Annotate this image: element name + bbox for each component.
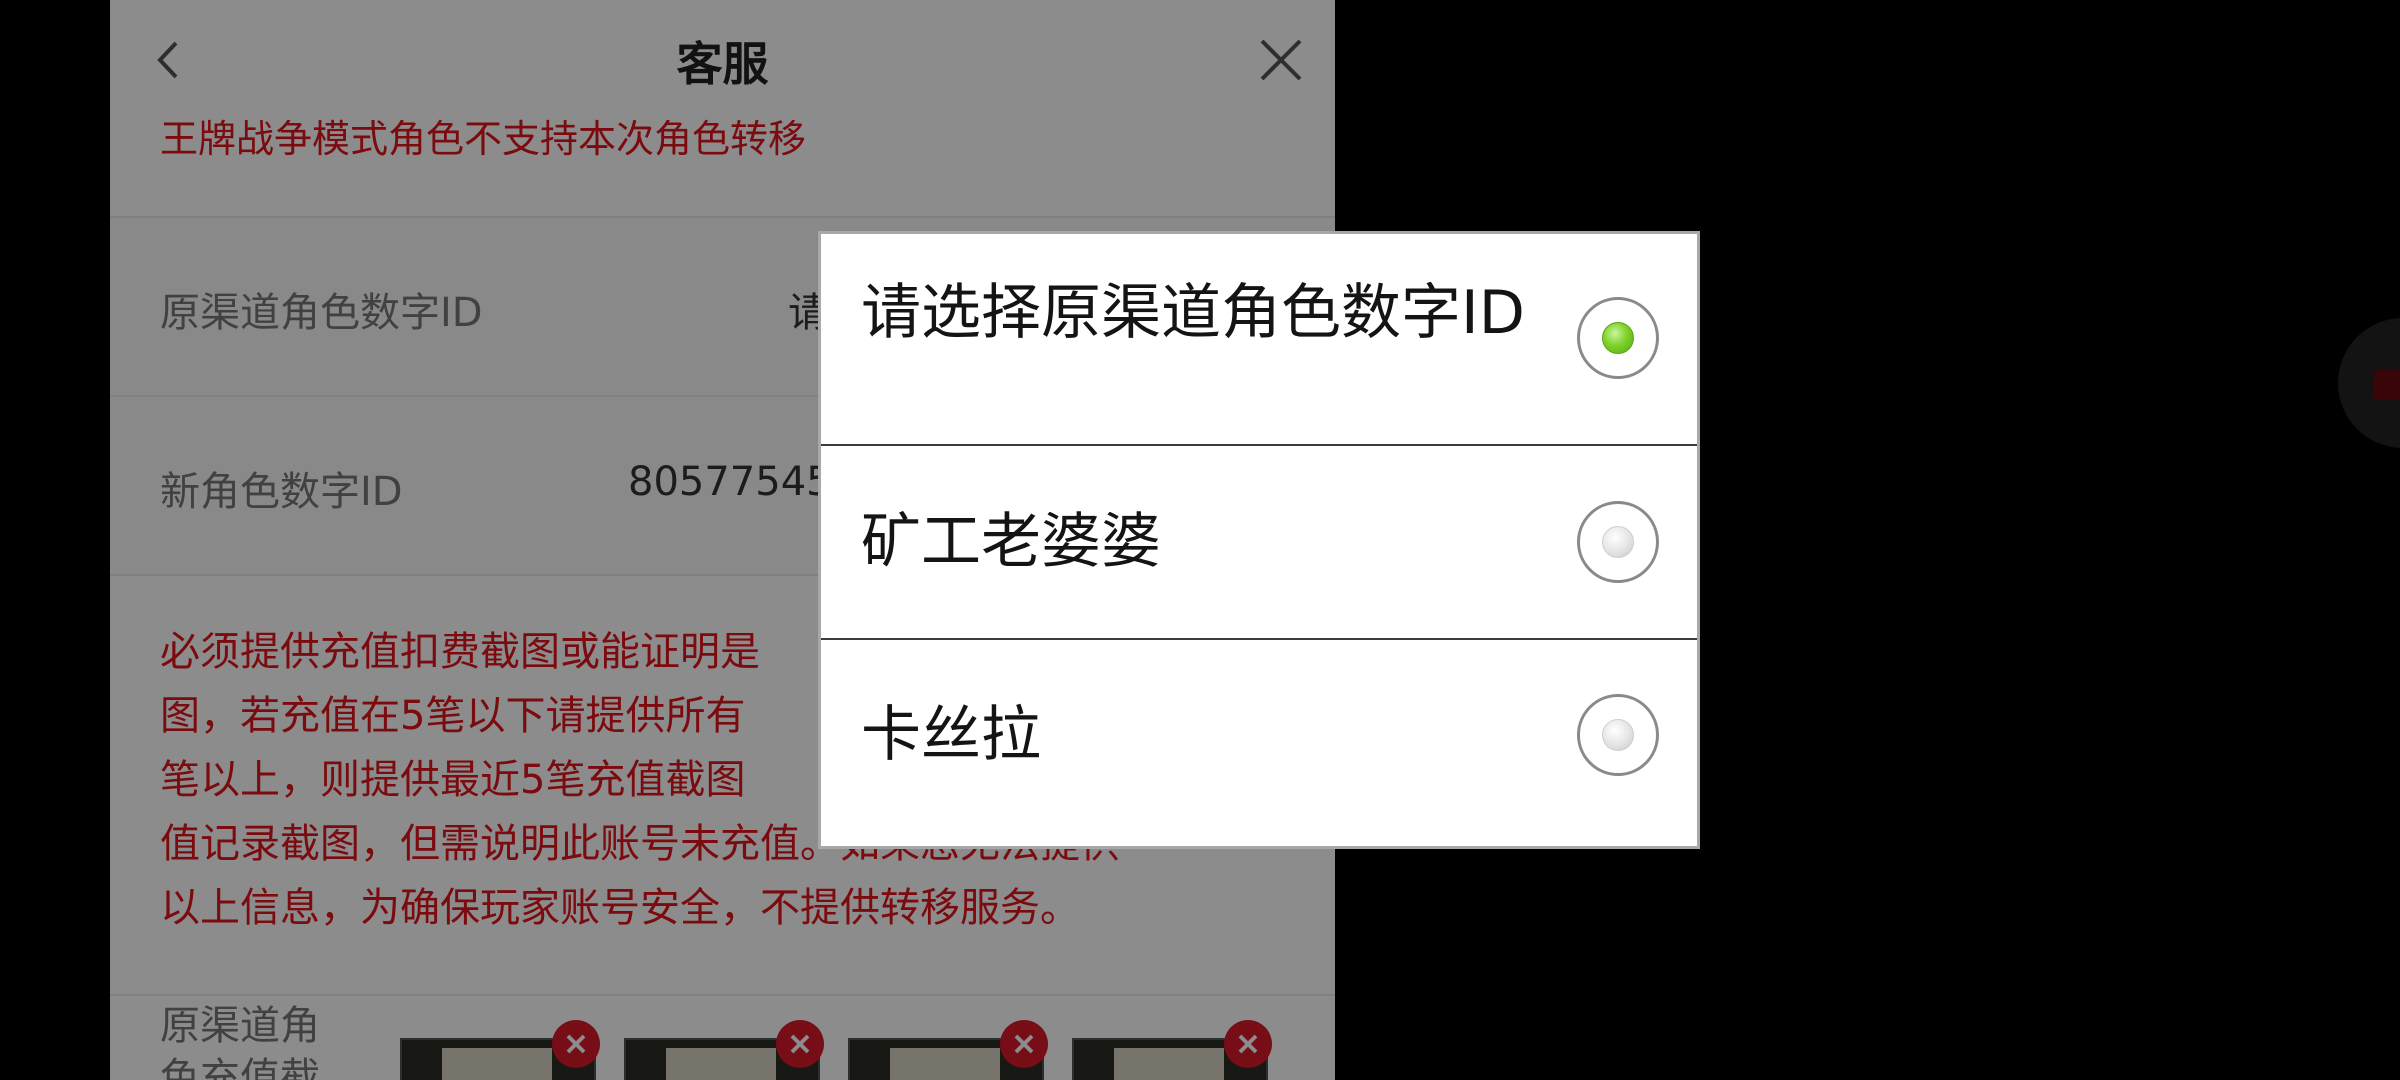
radio-button[interactable] [1577, 694, 1659, 776]
option-label: 卡丝拉 [861, 700, 1041, 770]
screen: 客服 王牌战争模式角色不支持本次角色转移 原渠道角色数字ID 请 新角色数字ID… [0, 0, 2400, 1080]
role-id-select-dialog: 请选择原渠道角色数字ID 矿工老婆婆 卡丝拉 [818, 231, 1700, 849]
option-placeholder[interactable]: 请选择原渠道角色数字ID [821, 234, 1697, 444]
radio-button[interactable] [1577, 297, 1659, 379]
assistant-icon [2374, 370, 2400, 400]
radio-dot [1602, 719, 1634, 751]
radio-button[interactable] [1577, 501, 1659, 583]
option-miner-granny[interactable]: 矿工老婆婆 [821, 446, 1697, 638]
option-label: 矿工老婆婆 [861, 507, 1161, 577]
radio-dot [1602, 526, 1634, 558]
option-kasila[interactable]: 卡丝拉 [821, 640, 1697, 846]
option-label: 请选择原渠道角色数字ID [861, 278, 1525, 348]
radio-selected-dot [1602, 322, 1634, 354]
